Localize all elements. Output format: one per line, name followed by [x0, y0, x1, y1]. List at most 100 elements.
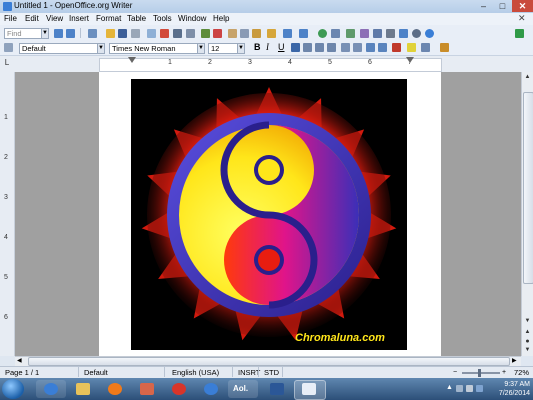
vertical-scroll-thumb[interactable]	[523, 92, 533, 284]
status-divider	[232, 367, 233, 377]
highlighting-icon[interactable]	[407, 43, 416, 52]
zoom-slider[interactable]	[462, 372, 500, 374]
selection-mode-indicator[interactable]: STD	[264, 368, 279, 377]
autospellcheck-icon[interactable]	[213, 29, 222, 38]
close-button[interactable]: ✕	[512, 0, 533, 12]
nonprinting-characters-icon[interactable]	[399, 29, 408, 38]
page-style-indicator[interactable]: Default	[84, 368, 108, 377]
zoom-slider-handle[interactable]	[478, 369, 481, 377]
hyperlink-icon[interactable]	[318, 29, 327, 38]
menu-insert[interactable]: Insert	[69, 14, 89, 23]
scroll-up-icon[interactable]: ▲	[523, 73, 532, 82]
left-indent-marker[interactable]	[128, 57, 136, 63]
menu-view[interactable]: View	[46, 14, 63, 23]
bold-button[interactable]: B	[254, 42, 261, 52]
export-pdf-icon[interactable]	[160, 29, 169, 38]
maximize-button[interactable]: □	[493, 0, 512, 12]
font-size-select[interactable]: 12	[208, 43, 238, 54]
next-page-icon[interactable]: ▼	[523, 346, 532, 355]
menu-tools[interactable]: Tools	[153, 14, 172, 23]
decrease-indent-icon[interactable]	[366, 43, 375, 52]
table-icon[interactable]	[331, 29, 340, 38]
status-divider	[282, 367, 283, 377]
page-preview-icon[interactable]	[186, 29, 195, 38]
zoom-percent[interactable]: 72%	[514, 368, 529, 377]
tab-stop-selector-icon[interactable]: L	[2, 58, 12, 68]
justify-icon[interactable]	[327, 43, 336, 52]
menu-table[interactable]: Table	[127, 14, 146, 23]
previous-page-icon[interactable]: ▲	[523, 328, 532, 337]
edit-file-icon[interactable]	[147, 29, 156, 38]
minimize-button[interactable]: –	[474, 0, 493, 12]
format-paintbrush-icon[interactable]	[267, 29, 276, 38]
find-dropdown-icon[interactable]: ▼	[41, 28, 49, 39]
font-name-dropdown-icon[interactable]: ▼	[197, 43, 205, 54]
close-document-icon[interactable]: ✕	[518, 13, 526, 24]
font-size-dropdown-icon[interactable]: ▼	[237, 43, 245, 54]
numbering-icon[interactable]	[341, 43, 350, 52]
gallery-icon[interactable]	[373, 29, 382, 38]
align-center-icon[interactable]	[303, 43, 312, 52]
styles-formatting-icon[interactable]	[4, 43, 13, 52]
cut-icon[interactable]	[228, 29, 237, 38]
redo-icon[interactable]	[299, 29, 308, 38]
save-icon[interactable]	[118, 29, 127, 38]
toolbar-options-icon[interactable]	[440, 43, 449, 52]
undo-icon[interactable]	[283, 29, 292, 38]
inserted-image[interactable]: Chromaluna.com	[131, 79, 407, 350]
network-icon[interactable]	[456, 385, 463, 392]
system-clock[interactable]: 9:37 AM 7/26/2014	[488, 380, 530, 398]
background-color-icon[interactable]	[421, 43, 430, 52]
data-sources-icon[interactable]	[386, 29, 395, 38]
font-name-select[interactable]: Times New Roman	[109, 43, 199, 54]
paste-icon[interactable]	[252, 29, 261, 38]
zoom-out-icon[interactable]: −	[453, 369, 461, 377]
align-right-icon[interactable]	[315, 43, 324, 52]
zoom-icon[interactable]	[412, 29, 421, 38]
show-hidden-icons-icon[interactable]: ▲	[446, 384, 453, 391]
menu-help[interactable]: Help	[213, 14, 229, 23]
new-document-icon[interactable]	[88, 29, 97, 38]
find-next-icon[interactable]	[54, 29, 63, 38]
volume-icon[interactable]	[466, 385, 473, 392]
scroll-down-icon[interactable]: ▼	[523, 317, 532, 326]
zoom-in-icon[interactable]: +	[502, 369, 510, 377]
image-watermark: Chromaluna.com	[295, 332, 385, 344]
help-icon[interactable]	[425, 29, 434, 38]
ruler-mark: 2	[208, 59, 212, 66]
underline-button[interactable]: U	[278, 42, 285, 52]
copy-icon[interactable]	[240, 29, 249, 38]
paragraph-style-select[interactable]: Default	[19, 43, 99, 54]
navigation-icon[interactable]: ●	[523, 337, 532, 346]
page-indicator[interactable]: Page 1 / 1	[5, 368, 39, 377]
scroll-right-icon[interactable]: ▶	[512, 357, 517, 364]
menu-window[interactable]: Window	[178, 14, 206, 23]
find-input[interactable]: Find	[4, 28, 42, 39]
bullets-icon[interactable]	[353, 43, 362, 52]
horizontal-scroll-thumb[interactable]	[28, 357, 510, 366]
start-button[interactable]	[2, 379, 24, 399]
increase-indent-icon[interactable]	[378, 43, 387, 52]
extension-update-icon[interactable]	[515, 29, 524, 38]
menu-file[interactable]: File	[4, 14, 17, 23]
mail-icon[interactable]	[131, 29, 140, 38]
right-indent-marker[interactable]	[406, 57, 414, 63]
menu-format[interactable]: Format	[96, 14, 121, 23]
spellcheck-icon[interactable]	[201, 29, 210, 38]
ruler-mark: 5	[328, 59, 332, 66]
open-folder-icon[interactable]	[106, 29, 115, 38]
font-color-icon[interactable]	[392, 43, 401, 52]
media-player-icon	[204, 383, 218, 395]
navigator-icon[interactable]	[360, 29, 369, 38]
print-icon[interactable]	[173, 29, 182, 38]
action-center-icon[interactable]	[476, 385, 483, 392]
paragraph-style-dropdown-icon[interactable]: ▼	[97, 43, 105, 54]
find-previous-icon[interactable]	[66, 29, 75, 38]
horizontal-ruler[interactable]	[99, 58, 442, 72]
language-indicator[interactable]: English (USA)	[172, 368, 219, 377]
menu-edit[interactable]: Edit	[25, 14, 39, 23]
align-left-icon[interactable]	[291, 43, 300, 52]
scroll-left-icon[interactable]: ◀	[17, 357, 22, 364]
italic-button[interactable]: I	[266, 42, 269, 52]
show-draw-functions-icon[interactable]	[346, 29, 355, 38]
